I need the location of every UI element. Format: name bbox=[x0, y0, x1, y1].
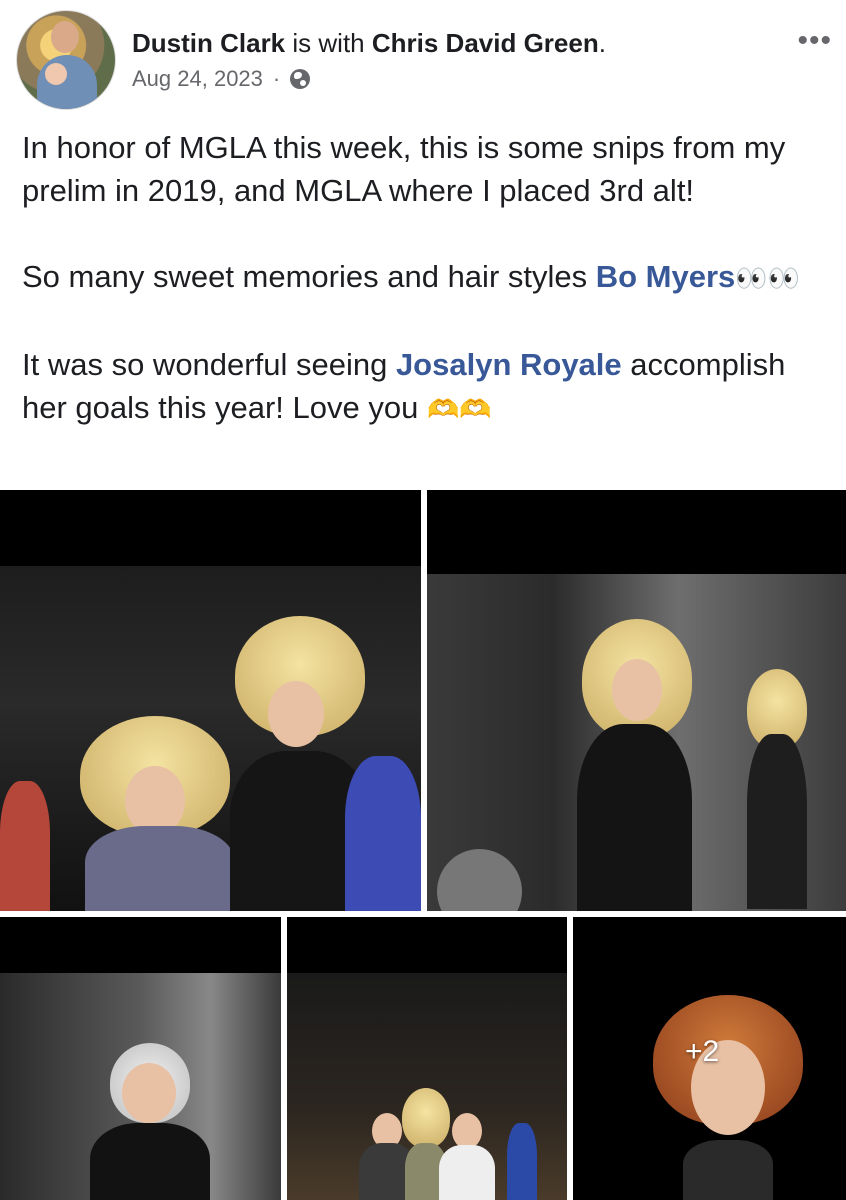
person-far-right-body bbox=[507, 1123, 537, 1200]
bystander-shirt bbox=[345, 756, 421, 911]
mirror-reflection-dress bbox=[747, 734, 807, 909]
header-period: . bbox=[598, 28, 606, 58]
photo-1-scene bbox=[0, 566, 421, 911]
post-paragraph-2: So many sweet memories and hair styles B… bbox=[22, 255, 822, 300]
person-right-body bbox=[439, 1145, 495, 1200]
avatar-head bbox=[51, 21, 79, 53]
post-paragraph-1: In honor of MGLA this week, this is some… bbox=[22, 130, 786, 208]
tag-bo-myers[interactable]: Bo Myers bbox=[596, 259, 736, 294]
post-meta: Aug 24, 2023 · bbox=[132, 66, 311, 92]
avatar-baby bbox=[45, 63, 67, 85]
photo-3-scene bbox=[0, 973, 281, 1200]
photo-2[interactable] bbox=[427, 490, 846, 911]
eyes-emoji: 👀👀 bbox=[735, 263, 801, 293]
black-dress bbox=[90, 1123, 210, 1200]
post-paragraph-3: It was so wonderful seeing Josalyn Royal… bbox=[22, 343, 822, 431]
standing-queen-face bbox=[612, 659, 662, 721]
crowned-queen-dress bbox=[85, 826, 235, 911]
author-name[interactable]: Dustin Clark bbox=[132, 28, 285, 58]
meta-separator: · bbox=[272, 66, 281, 91]
photo-4[interactable] bbox=[287, 917, 567, 1200]
more-photos-count[interactable]: +2 bbox=[685, 1035, 719, 1069]
crowning-queen-face bbox=[268, 681, 324, 747]
avatar-body bbox=[37, 55, 97, 109]
photo-3[interactable] bbox=[0, 917, 281, 1200]
fan bbox=[437, 849, 522, 911]
with-text: is with bbox=[292, 28, 365, 58]
photo-4-scene bbox=[287, 973, 567, 1200]
photo-5[interactable]: +2 bbox=[573, 917, 846, 1200]
author-avatar[interactable] bbox=[16, 10, 116, 110]
more-options-icon[interactable]: ••• bbox=[797, 26, 832, 56]
person-right-face bbox=[452, 1113, 482, 1149]
white-wig-queen-face bbox=[122, 1063, 176, 1123]
post-text: In honor of MGLA this week, this is some… bbox=[22, 126, 822, 431]
post-date[interactable]: Aug 24, 2023 bbox=[132, 66, 263, 92]
photo-5-scene bbox=[573, 965, 846, 1200]
heart-hands-emoji: 🫶🫶 bbox=[426, 394, 492, 424]
red-wig-queen-shoulders bbox=[683, 1140, 773, 1200]
post-header-line: Dustin Clark is with Chris David Green. bbox=[132, 26, 606, 60]
standing-queen-dress bbox=[577, 724, 692, 911]
photo-1[interactable] bbox=[0, 490, 421, 911]
paragraph-2-text: So many sweet memories and hair styles bbox=[22, 259, 596, 294]
left-edge-dress bbox=[0, 781, 50, 911]
paragraph-3-text-a: It was so wonderful seeing bbox=[22, 347, 396, 382]
photo-2-scene bbox=[427, 574, 846, 911]
tag-josalyn-royale[interactable]: Josalyn Royale bbox=[396, 347, 622, 382]
center-queen-wig bbox=[402, 1088, 450, 1148]
tagged-person[interactable]: Chris David Green bbox=[372, 28, 599, 58]
globe-icon[interactable] bbox=[290, 69, 311, 89]
